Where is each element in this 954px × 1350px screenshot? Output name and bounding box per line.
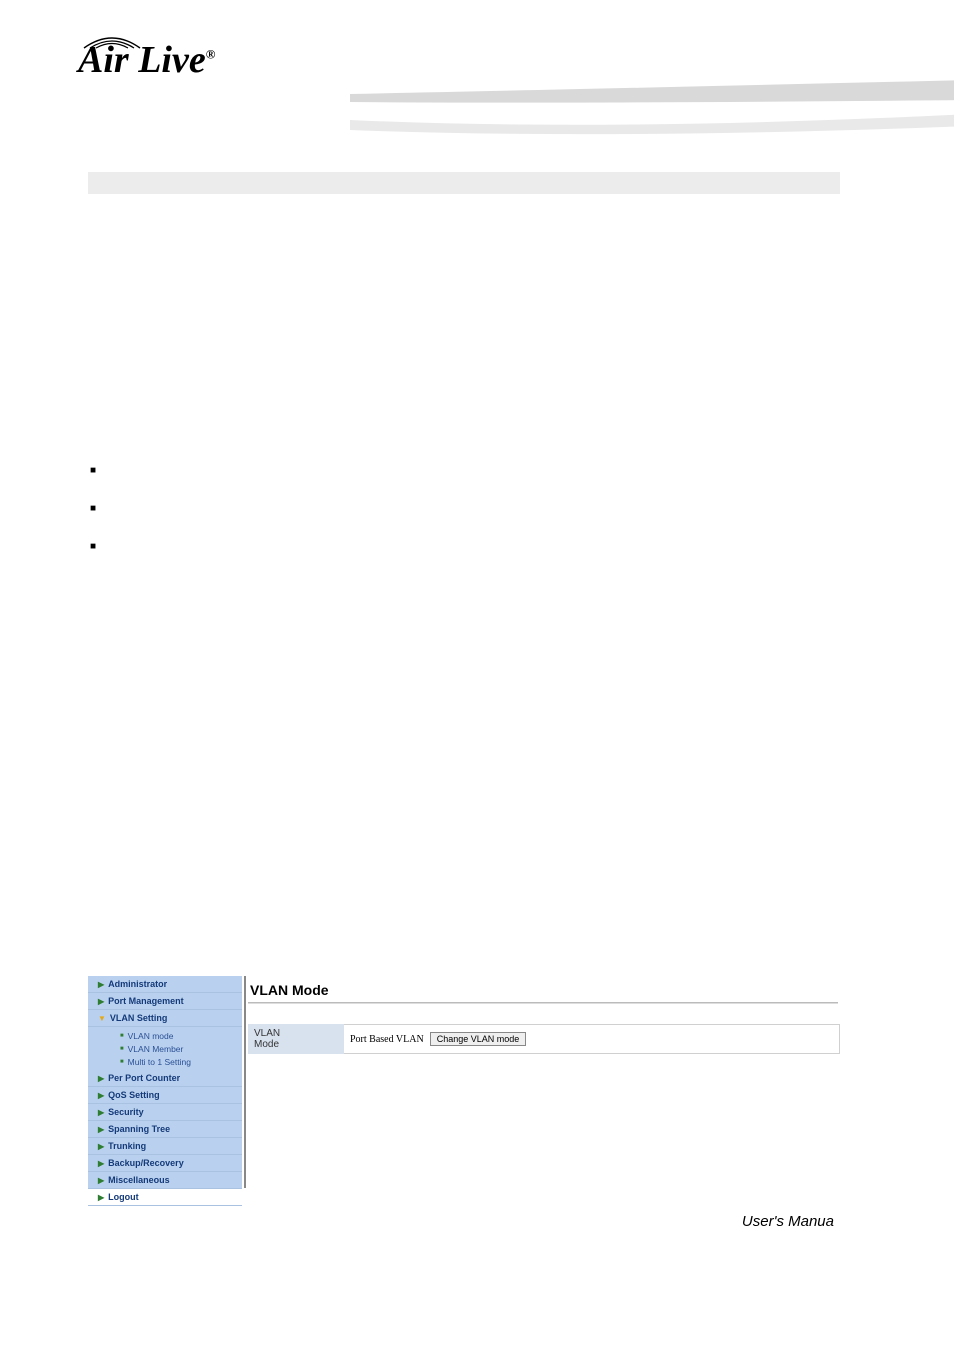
brand-name: Air Live	[78, 39, 206, 81]
sidebar: ▶ Administrator ▶ Port Management ▼ VLAN…	[88, 976, 242, 1188]
sidebar-item-label: QoS Setting	[108, 1090, 160, 1100]
chevron-right-icon: ▶	[98, 1125, 104, 1134]
sidebar-item-security[interactable]: ▶ Security	[88, 1104, 242, 1121]
sidebar-item-label: Miscellaneous	[108, 1175, 170, 1185]
chevron-right-icon: ▶	[98, 1176, 104, 1185]
sidebar-item-label: Trunking	[108, 1141, 146, 1151]
sidebar-subitem-label: VLAN Member	[128, 1044, 184, 1054]
brand-logo: Air Live®	[78, 38, 268, 96]
sidebar-item-vlan-setting[interactable]: ▼ VLAN Setting	[88, 1010, 242, 1027]
sidebar-item-logout[interactable]: ▶ Logout	[88, 1189, 242, 1206]
sidebar-item-label: Backup/Recovery	[108, 1158, 184, 1168]
registered-mark: ®	[206, 46, 216, 61]
vlan-mode-label: VLAN Mode	[248, 1024, 344, 1054]
chevron-right-icon: ▶	[98, 1074, 104, 1083]
sidebar-subitem-label: VLAN mode	[128, 1031, 174, 1041]
chevron-right-icon: ▶	[98, 980, 104, 989]
footer-text: User's Manua	[742, 1213, 834, 1230]
sidebar-subitem-label: Multi to 1 Setting	[128, 1057, 191, 1067]
bullet-item	[90, 460, 96, 478]
chevron-right-icon: ▶	[98, 1108, 104, 1117]
vlan-mode-value: Port Based VLAN	[350, 1034, 424, 1045]
bullet-list	[90, 460, 96, 574]
bullet-item	[90, 536, 96, 554]
sidebar-subitem-multi-to-1[interactable]: Multi to 1 Setting	[120, 1055, 242, 1068]
divider	[248, 1002, 838, 1004]
chevron-down-icon: ▼	[98, 1014, 106, 1023]
sidebar-subitem-vlan-mode[interactable]: VLAN mode	[120, 1029, 242, 1042]
sidebar-item-per-port-counter[interactable]: ▶ Per Port Counter	[88, 1070, 242, 1087]
change-vlan-mode-button[interactable]: Change VLAN mode	[430, 1032, 527, 1046]
sidebar-item-port-management[interactable]: ▶ Port Management	[88, 993, 242, 1010]
chevron-right-icon: ▶	[98, 1159, 104, 1168]
chevron-right-icon: ▶	[98, 1193, 104, 1202]
sidebar-subitems: VLAN mode VLAN Member Multi to 1 Setting	[88, 1027, 242, 1070]
bullet-item	[90, 498, 96, 516]
sidebar-item-label: Port Management	[108, 996, 184, 1006]
page-title: VLAN Mode	[246, 976, 840, 1002]
sidebar-item-spanning-tree[interactable]: ▶ Spanning Tree	[88, 1121, 242, 1138]
chevron-right-icon: ▶	[98, 997, 104, 1006]
chevron-right-icon: ▶	[98, 1142, 104, 1151]
sidebar-item-label: Per Port Counter	[108, 1073, 180, 1083]
vlan-mode-value-cell: Port Based VLAN Change VLAN mode	[344, 1024, 840, 1054]
embedded-admin-ui: ▶ Administrator ▶ Port Management ▼ VLAN…	[88, 976, 840, 1188]
vlan-mode-row: VLAN Mode Port Based VLAN Change VLAN mo…	[248, 1024, 840, 1054]
sidebar-item-backup-recovery[interactable]: ▶ Backup/Recovery	[88, 1155, 242, 1172]
sidebar-item-label: Administrator	[108, 979, 167, 989]
sidebar-subitem-vlan-member[interactable]: VLAN Member	[120, 1042, 242, 1055]
sidebar-item-label: VLAN Setting	[110, 1013, 168, 1023]
header-swoosh-decoration	[350, 80, 954, 140]
sidebar-item-qos-setting[interactable]: ▶ QoS Setting	[88, 1087, 242, 1104]
sidebar-item-label: Spanning Tree	[108, 1124, 170, 1134]
main-panel: VLAN Mode VLAN Mode Port Based VLAN Chan…	[244, 976, 840, 1188]
sidebar-item-miscellaneous[interactable]: ▶ Miscellaneous	[88, 1172, 242, 1189]
chevron-right-icon: ▶	[98, 1091, 104, 1100]
sidebar-item-label: Security	[108, 1107, 144, 1117]
section-heading-bar	[88, 172, 840, 194]
sidebar-item-trunking[interactable]: ▶ Trunking	[88, 1138, 242, 1155]
sidebar-item-administrator[interactable]: ▶ Administrator	[88, 976, 242, 993]
sidebar-item-label: Logout	[108, 1192, 139, 1202]
